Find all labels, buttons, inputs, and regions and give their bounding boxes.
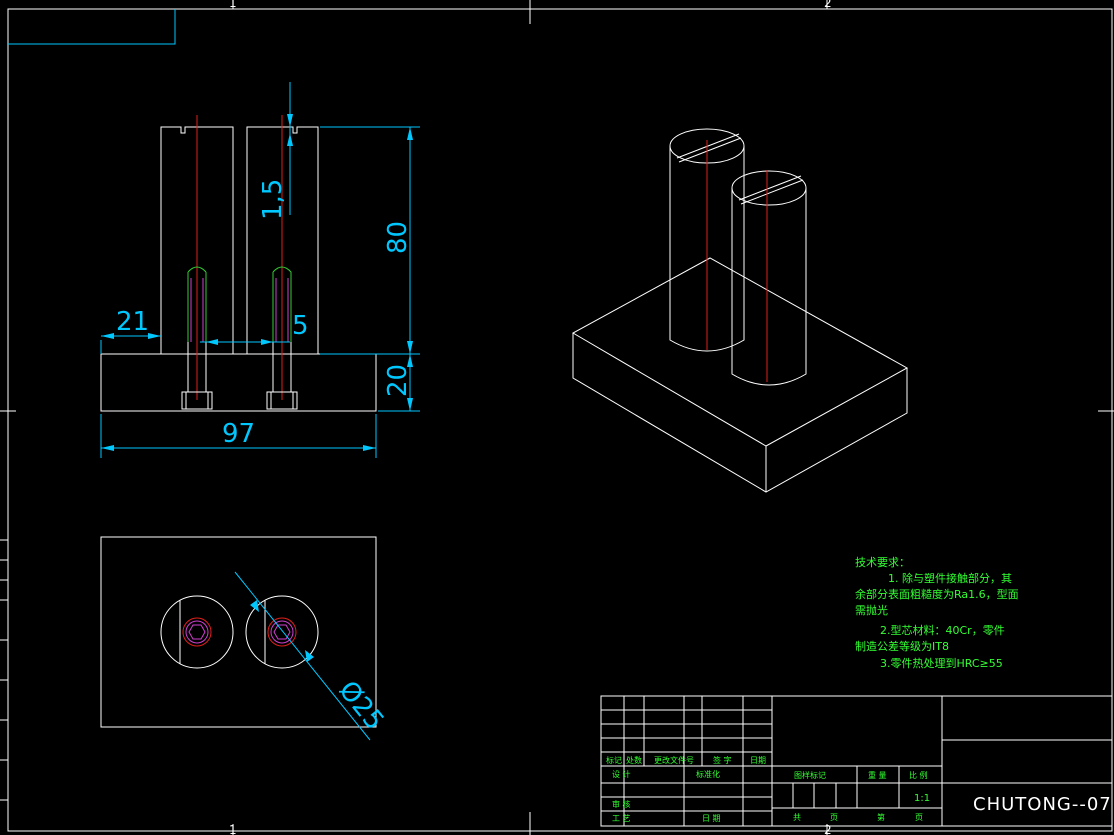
title-block: 标记 处数 更改文件号 签 字 日期 设 计 标准化 审 核 工 艺 日 期 图… <box>600 695 1113 827</box>
tb-date: 日期 <box>750 756 766 765</box>
zone-label-bottom-2: 2 <box>824 823 832 835</box>
front-view <box>100 115 377 412</box>
zone-label-bottom-1: 1 <box>229 823 237 835</box>
tb-process: 工 艺 <box>612 814 631 823</box>
cad-drawing-canvas: 1 2 1 2 97 21 5 80 20 1,5 Ø25 技术要求： 1. 除… <box>0 0 1114 835</box>
tb-change-doc: 更改文件号 <box>654 755 694 765</box>
tb-design: 设 计 <box>612 769 631 779</box>
drawing-number: CHUTONG--07 <box>973 794 1112 815</box>
dim-width-97: 97 <box>222 419 255 449</box>
iso-base-top <box>571 257 909 447</box>
tb-mark: 标记 <box>606 755 622 765</box>
iso-pin-1 <box>669 128 745 352</box>
dimensions: 97 21 5 80 20 1,5 <box>100 82 420 458</box>
tb-count: 处数 <box>626 755 642 765</box>
iso-base-sides <box>572 333 908 493</box>
dim-slot-depth: 1,5 <box>258 179 288 220</box>
note-line-6: 3.零件热处理到HRC≥55 <box>880 657 1003 670</box>
tb-page: 页 <box>915 813 923 822</box>
tb-scale-value: 1:1 <box>914 793 930 804</box>
left-screw-head <box>182 617 212 647</box>
tb-stage-mark: 图样标记 <box>794 770 826 780</box>
tb-total: 共 <box>793 813 801 822</box>
tb-review: 审 核 <box>612 799 631 809</box>
note-line-4: 2.型芯材料：40Cr，零件 <box>880 623 1005 637</box>
tb-standardize: 标准化 <box>696 769 720 779</box>
technical-notes: 技术要求： 1. 除与塑件接触部分，其 余部分表面粗糙度为Ra1.6，型面 需抛… <box>855 556 1019 670</box>
tb-scale: 比 例 <box>909 770 928 780</box>
base-block <box>100 353 377 412</box>
top-view: Ø25 <box>100 536 390 741</box>
note-line-1: 1. 除与塑件接触部分，其 <box>888 571 1012 585</box>
tb-weight: 重 量 <box>868 770 887 780</box>
notes-title: 技术要求： <box>855 556 910 569</box>
right-screw-head <box>267 617 297 647</box>
isometric-view <box>571 128 909 493</box>
tb-sheet-no: 第 <box>877 812 885 822</box>
left-pin-circle <box>160 595 234 669</box>
dim-left-offset-21: 21 <box>116 307 149 337</box>
note-line-3: 需抛光 <box>855 603 888 617</box>
tb-sheets: 页 <box>830 813 838 822</box>
dim-base-height-20: 20 <box>383 364 413 397</box>
zone-label-top-2: 2 <box>824 0 832 10</box>
sheet-frame: 1 2 1 2 <box>0 0 1114 835</box>
note-line-2: 余部分表面粗糙度为Ra1.6，型面 <box>855 587 1019 601</box>
tb-date2: 日 期 <box>702 814 721 823</box>
top-view-base <box>100 536 377 728</box>
dim-pin-height-80: 80 <box>383 221 413 254</box>
tb-sign: 签 字 <box>713 755 732 765</box>
note-line-5: 制造公差等级为IT8 <box>855 639 949 653</box>
dim-gap-5: 5 <box>292 311 309 341</box>
iso-pin-2 <box>731 170 807 386</box>
zone-label-top-1: 1 <box>229 0 237 10</box>
